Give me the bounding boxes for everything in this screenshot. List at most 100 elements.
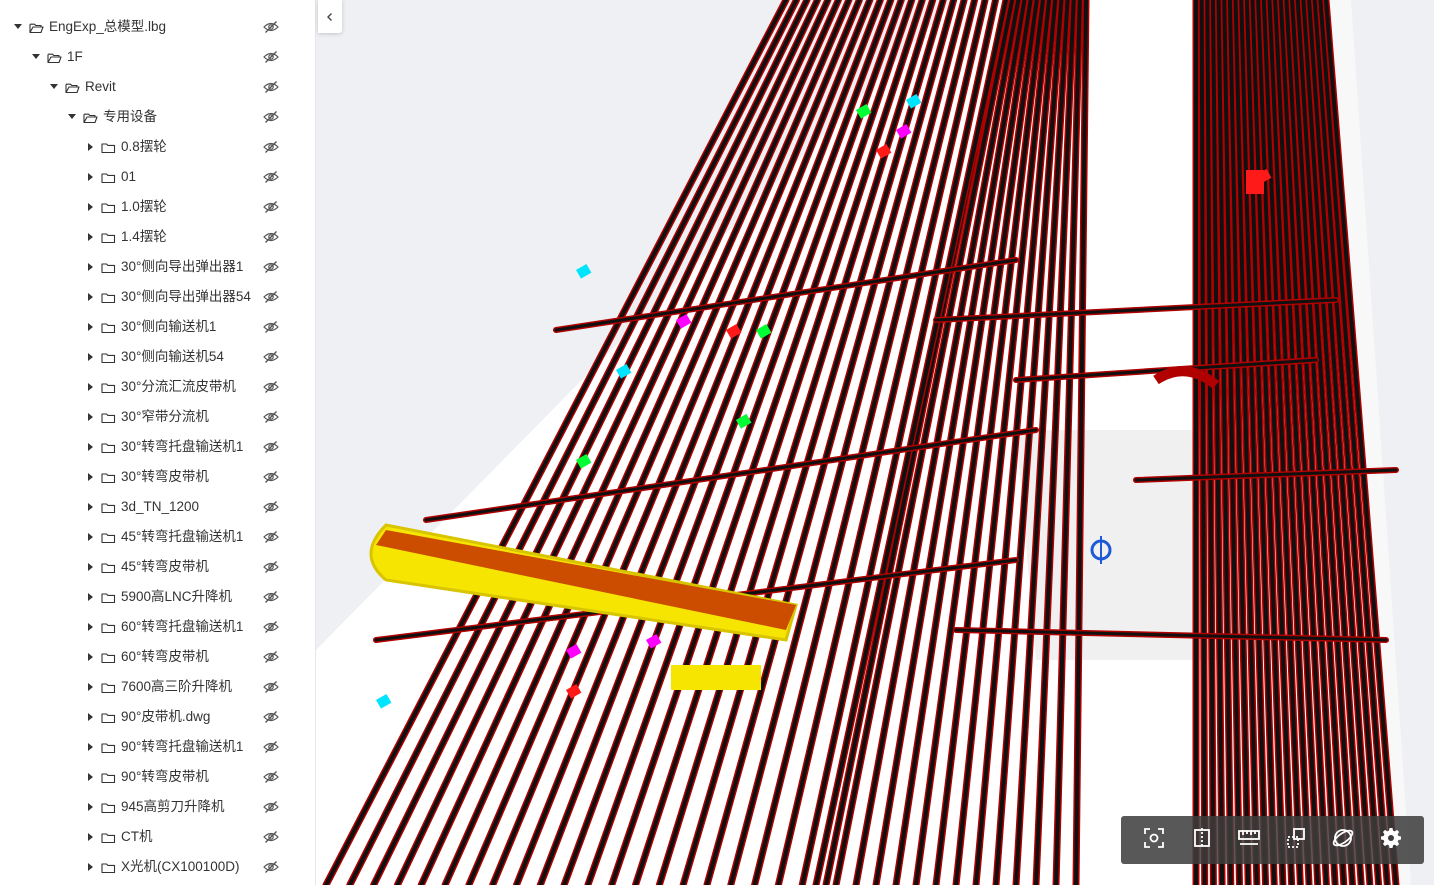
tree-item[interactable]: 30°窄带分流机 (0, 402, 315, 432)
caret-right-icon[interactable] (86, 412, 94, 422)
tree-item[interactable]: 30°侧向输送机54 (0, 342, 315, 372)
tree-item[interactable]: 0.8摆轮 (0, 132, 315, 162)
eye-slash-icon[interactable] (263, 769, 279, 785)
tree-item[interactable]: 30°侧向输送机1 (0, 312, 315, 342)
tree-item[interactable]: X光机(CX100100D) (0, 852, 315, 882)
eye-slash-icon[interactable] (263, 679, 279, 695)
tree-item[interactable]: 30°侧向导出弹出器1 (0, 252, 315, 282)
eye-slash-icon[interactable] (263, 169, 279, 185)
caret-down-icon[interactable] (50, 82, 58, 92)
caret-right-icon[interactable] (86, 712, 94, 722)
eye-slash-icon[interactable] (263, 79, 279, 95)
caret-right-icon[interactable] (86, 352, 94, 362)
bim-model-render[interactable] (316, 0, 1434, 885)
tree-item[interactable]: 1.0摆轮 (0, 192, 315, 222)
section-box-tool-button[interactable] (1188, 826, 1216, 854)
tree-item[interactable]: 30°转弯托盘输送机1 (0, 432, 315, 462)
tree-item[interactable]: 60°转弯皮带机 (0, 642, 315, 672)
caret-right-icon[interactable] (86, 472, 94, 482)
eye-slash-icon[interactable] (263, 109, 279, 125)
tree-item[interactable]: 30°侧向导出弹出器54 (0, 282, 315, 312)
eye-slash-icon[interactable] (263, 379, 279, 395)
tree-item[interactable]: 专用设备 (0, 102, 315, 132)
caret-right-icon[interactable] (86, 202, 94, 212)
eye-slash-icon[interactable] (263, 349, 279, 365)
tree-item[interactable]: 1F (0, 42, 315, 72)
tree-item[interactable]: Revit (0, 72, 315, 102)
eye-slash-icon[interactable] (263, 709, 279, 725)
caret-right-icon[interactable] (86, 262, 94, 272)
tree-item[interactable]: 45°转弯皮带机 (0, 552, 315, 582)
caret-right-icon[interactable] (86, 592, 94, 602)
caret-down-icon[interactable] (14, 22, 22, 32)
caret-right-icon[interactable] (86, 682, 94, 692)
folder-icon (101, 261, 116, 274)
tree-item-label: 1.0摆轮 (121, 199, 167, 214)
eye-slash-icon[interactable] (263, 409, 279, 425)
eye-slash-icon[interactable] (263, 829, 279, 845)
eye-slash-icon[interactable] (263, 259, 279, 275)
eye-slash-icon[interactable] (263, 739, 279, 755)
orbit-tool-button[interactable] (1329, 826, 1357, 854)
eye-slash-icon[interactable] (263, 319, 279, 335)
tree-item[interactable]: 60°转弯托盘输送机1 (0, 612, 315, 642)
eye-slash-icon[interactable] (263, 529, 279, 545)
caret-right-icon[interactable] (86, 232, 94, 242)
collapse-panel-button[interactable] (318, 0, 342, 33)
caret-right-icon[interactable] (86, 742, 94, 752)
tree-item[interactable]: 945高剪刀升降机 (0, 792, 315, 822)
caret-right-icon[interactable] (86, 802, 94, 812)
caret-right-icon[interactable] (86, 502, 94, 512)
tree-item[interactable]: 45°转弯托盘输送机1 (0, 522, 315, 552)
tree-item[interactable]: EngExp_总模型.lbg (0, 12, 315, 42)
tree-item[interactable]: 30°转弯皮带机 (0, 462, 315, 492)
caret-right-icon[interactable] (86, 142, 94, 152)
eye-slash-icon[interactable] (263, 439, 279, 455)
folder-icon (101, 771, 116, 784)
focus-tool-button[interactable] (1140, 826, 1168, 854)
caret-right-icon[interactable] (86, 622, 94, 632)
tree-item[interactable]: 30°分流汇流皮带机 (0, 372, 315, 402)
eye-slash-icon[interactable] (263, 469, 279, 485)
eye-slash-icon[interactable] (263, 229, 279, 245)
caret-right-icon[interactable] (86, 382, 94, 392)
eye-slash-icon[interactable] (263, 799, 279, 815)
eye-slash-icon[interactable] (263, 289, 279, 305)
eye-slash-icon[interactable] (263, 49, 279, 65)
settings-tool-button[interactable] (1377, 826, 1405, 854)
tree-item[interactable]: CT机 (0, 822, 315, 852)
caret-right-icon[interactable] (86, 442, 94, 452)
caret-right-icon[interactable] (86, 532, 94, 542)
eye-slash-icon[interactable] (263, 139, 279, 155)
eye-slash-icon[interactable] (263, 19, 279, 35)
caret-right-icon[interactable] (86, 322, 94, 332)
explode-tool-button[interactable] (1282, 826, 1310, 854)
tree-item[interactable]: 5900高LNC升降机 (0, 582, 315, 612)
eye-slash-icon[interactable] (263, 649, 279, 665)
caret-down-icon[interactable] (32, 52, 40, 62)
eye-slash-icon[interactable] (263, 199, 279, 215)
eye-slash-icon[interactable] (263, 559, 279, 575)
tree-item[interactable]: 3d_TN_1200 (0, 492, 315, 522)
tree-item[interactable]: 7600高三阶升降机 (0, 672, 315, 702)
measure-tool-button[interactable] (1235, 826, 1263, 854)
caret-right-icon[interactable] (86, 772, 94, 782)
caret-right-icon[interactable] (86, 562, 94, 572)
tree-item[interactable]: 01 (0, 162, 315, 192)
tree-item[interactable]: 1.4摆轮 (0, 222, 315, 252)
tree-item[interactable]: 90°皮带机.dwg (0, 702, 315, 732)
folder-icon (101, 351, 116, 364)
caret-right-icon[interactable] (86, 172, 94, 182)
tree-item[interactable]: 90°转弯皮带机 (0, 762, 315, 792)
caret-right-icon[interactable] (86, 652, 94, 662)
caret-right-icon[interactable] (86, 832, 94, 842)
eye-slash-icon[interactable] (263, 589, 279, 605)
3d-viewport[interactable] (316, 0, 1434, 885)
tree-item[interactable]: 90°转弯托盘输送机1 (0, 732, 315, 762)
eye-slash-icon[interactable] (263, 499, 279, 515)
eye-slash-icon[interactable] (263, 619, 279, 635)
caret-right-icon[interactable] (86, 292, 94, 302)
caret-down-icon[interactable] (68, 112, 76, 122)
eye-slash-icon[interactable] (263, 859, 279, 875)
caret-right-icon[interactable] (86, 862, 94, 872)
